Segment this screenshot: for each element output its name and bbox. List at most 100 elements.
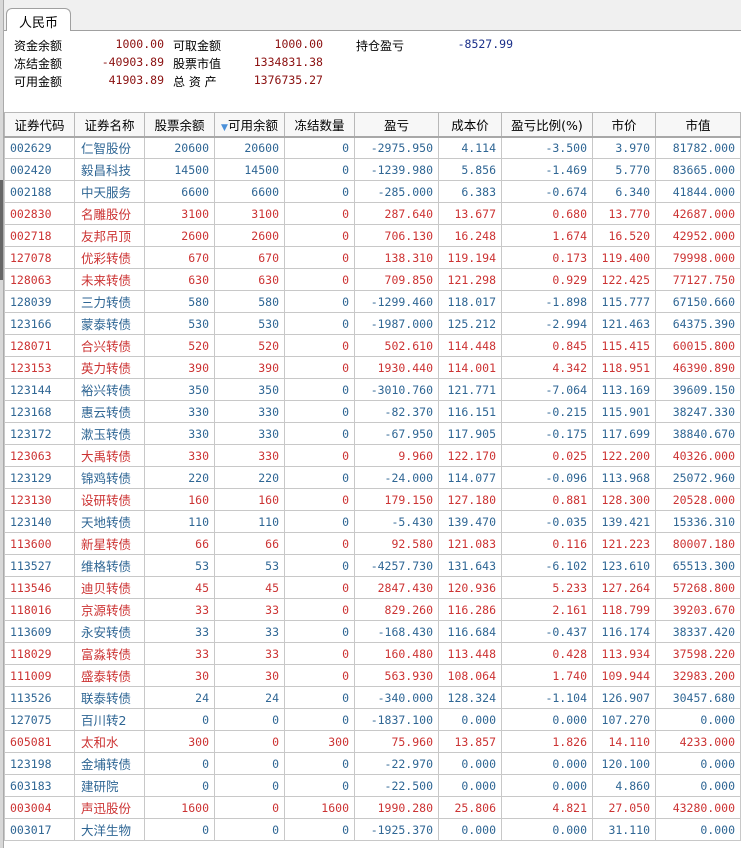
table-row[interactable]: 002718 友邦吊顶 2600 2600 0 706.130 16.248 1.674 16.… bbox=[4, 224, 741, 247]
cell-pnl: -22.970 bbox=[354, 752, 439, 775]
cell-available-balance: 6600 bbox=[214, 180, 285, 203]
cell-cost-price: 117.905 bbox=[438, 422, 502, 445]
total-assets-label: 总 资 产 bbox=[173, 75, 217, 89]
cell-code: 003017 bbox=[4, 818, 75, 841]
column-header-cost-price[interactable]: 成本价 bbox=[438, 112, 502, 138]
table-row[interactable]: 003017 大洋生物 0 0 0 -1925.370 0.000 0.000 31.110 0.… bbox=[4, 818, 741, 841]
cell-code: 118016 bbox=[4, 598, 75, 621]
column-header-pnl[interactable]: 盈亏 bbox=[354, 112, 439, 138]
table-row[interactable]: 003004 声迅股份 1600 0 1600 1990.280 25.806 4.821 27… bbox=[4, 796, 741, 819]
table-row[interactable]: 118029 富淼转债 33 33 0 160.480 113.448 0.428 113.93… bbox=[4, 642, 741, 665]
column-header-name[interactable]: 证券名称 bbox=[74, 112, 145, 138]
cell-pnl-ratio: -0.674 bbox=[501, 180, 593, 203]
table-row[interactable]: 123129 锦鸡转债 220 220 0 -24.000 114.077 -0.096 113… bbox=[4, 466, 741, 489]
cell-frozen-qty: 0 bbox=[284, 312, 355, 335]
column-header-pnl-ratio[interactable]: 盈亏比例(%) bbox=[501, 112, 593, 138]
table-row[interactable]: 603183 建研院 0 0 0 -22.500 0.000 0.000 4.860 0.000 bbox=[4, 774, 741, 797]
table-row[interactable]: 123140 天地转债 110 110 0 -5.430 139.470 -0.035 139.… bbox=[4, 510, 741, 533]
column-header-frozen-qty[interactable]: 冻结数量 bbox=[284, 112, 355, 138]
stock-value-value: 1334831.38 bbox=[253, 55, 323, 69]
table-row[interactable]: 113527 维格转债 53 53 0 -4257.730 131.643 -6.102 123… bbox=[4, 554, 741, 577]
table-row[interactable]: 123144 裕兴转债 350 350 0 -3010.760 121.771 -7.064 1… bbox=[4, 378, 741, 401]
cell-name: 设研转债 bbox=[74, 488, 145, 511]
cell-code: 123140 bbox=[4, 510, 75, 533]
cell-code: 603183 bbox=[4, 774, 75, 797]
cell-name: 友邦吊顶 bbox=[74, 224, 145, 247]
cell-cost-price: 116.286 bbox=[438, 598, 502, 621]
table-row[interactable]: 002830 名雕股份 3100 3100 0 287.640 13.677 0.680 13.… bbox=[4, 202, 741, 225]
cell-frozen-qty: 0 bbox=[284, 466, 355, 489]
table-row[interactable]: 123153 英力转债 390 390 0 1930.440 114.001 4.342 118… bbox=[4, 356, 741, 379]
cell-market-price: 109.944 bbox=[592, 664, 656, 687]
table-row[interactable]: 111009 盛泰转债 30 30 0 563.930 108.064 1.740 109.94… bbox=[4, 664, 741, 687]
table-row[interactable]: 123168 惠云转债 330 330 0 -82.370 116.151 -0.215 115… bbox=[4, 400, 741, 423]
cell-frozen-qty: 0 bbox=[284, 180, 355, 203]
cell-market-value: 40326.000 bbox=[655, 444, 741, 467]
cell-market-price: 113.968 bbox=[592, 466, 656, 489]
cell-name: 蒙泰转债 bbox=[74, 312, 145, 335]
table-row[interactable]: 127078 优彩转债 670 670 0 138.310 119.194 0.173 119.… bbox=[4, 246, 741, 269]
table-row[interactable]: 123063 大禹转债 330 330 0 9.960 122.170 0.025 122.20… bbox=[4, 444, 741, 467]
cell-market-price: 126.907 bbox=[592, 686, 656, 709]
column-header-label: 盈亏 bbox=[383, 117, 409, 133]
table-row[interactable]: 128063 未来转债 630 630 0 709.850 121.298 0.929 122.… bbox=[4, 268, 741, 291]
cell-market-value: 30457.680 bbox=[655, 686, 741, 709]
cell-pnl-ratio: 0.000 bbox=[501, 708, 593, 731]
table-row[interactable]: 002188 中天服务 6600 6600 0 -285.000 6.383 -0.674 6.… bbox=[4, 180, 741, 203]
table-row[interactable]: 113526 联泰转债 24 24 0 -340.000 128.324 -1.104 126.… bbox=[4, 686, 741, 709]
table-row[interactable]: 123130 设研转债 160 160 0 179.150 127.180 0.881 128.… bbox=[4, 488, 741, 511]
cell-market-price: 139.421 bbox=[592, 510, 656, 533]
table-row[interactable]: 127075 百川转2 0 0 0 -1837.100 0.000 0.000 107.270 0… bbox=[4, 708, 741, 731]
cell-pnl-ratio: -2.994 bbox=[501, 312, 593, 335]
sort-desc-icon: ▼ bbox=[221, 122, 228, 133]
splitter-grip[interactable] bbox=[0, 180, 3, 280]
cell-name: 三力转债 bbox=[74, 290, 145, 313]
cell-pnl: 563.930 bbox=[354, 664, 439, 687]
position-pnl-label: 持仓盈亏 bbox=[356, 39, 405, 53]
cell-pnl-ratio: 0.000 bbox=[501, 818, 593, 841]
table-row[interactable]: 002420 毅昌科技 14500 14500 0 -1239.980 5.856 -1.46… bbox=[4, 158, 741, 181]
column-header-available-balance[interactable]: ▼可用余额 bbox=[214, 112, 285, 138]
cell-frozen-qty: 0 bbox=[284, 532, 355, 555]
fund-balance-value: 1000.00 bbox=[115, 37, 164, 51]
cell-market-price: 116.174 bbox=[592, 620, 656, 643]
cell-code: 128063 bbox=[4, 268, 75, 291]
tab-rmb[interactable]: 人民币 bbox=[6, 8, 72, 31]
cell-frozen-qty: 0 bbox=[284, 620, 355, 643]
cell-available-balance: 24 bbox=[214, 686, 285, 709]
withdrawable-label: 可取金额 bbox=[173, 39, 222, 53]
cell-pnl: -1299.460 bbox=[354, 290, 439, 313]
table-row[interactable]: 113546 迪贝转债 45 45 0 2847.430 120.936 5.233 127.2… bbox=[4, 576, 741, 599]
table-row[interactable]: 123198 金埔转债 0 0 0 -22.970 0.000 0.000 120.100 0.0… bbox=[4, 752, 741, 775]
column-header-market-value[interactable]: 市值 bbox=[655, 112, 741, 138]
cell-available-balance: 0 bbox=[214, 730, 285, 753]
cell-available-balance: 670 bbox=[214, 246, 285, 269]
column-header-label: 证券代码 bbox=[14, 117, 65, 133]
cell-pnl: 2847.430 bbox=[354, 576, 439, 599]
table-row[interactable]: 123166 蒙泰转债 530 530 0 -1987.000 125.212 -2.994 1… bbox=[4, 312, 741, 335]
cell-name: 建研院 bbox=[74, 774, 145, 797]
column-header-stock-balance[interactable]: 股票余额 bbox=[144, 112, 215, 138]
cell-market-price: 115.901 bbox=[592, 400, 656, 423]
cell-available-balance: 0 bbox=[214, 796, 285, 819]
table-row[interactable]: 118016 京源转债 33 33 0 829.260 116.286 2.161 118.79… bbox=[4, 598, 741, 621]
cell-market-value: 80007.180 bbox=[655, 532, 741, 555]
cell-name: 金埔转债 bbox=[74, 752, 145, 775]
table-row[interactable]: 128039 三力转债 580 580 0 -1299.460 118.017 -1.898 1… bbox=[4, 290, 741, 313]
table-row[interactable]: 128071 合兴转债 520 520 0 502.610 114.448 0.845 115.… bbox=[4, 334, 741, 357]
cell-name: 中天服务 bbox=[74, 180, 145, 203]
column-header-code[interactable]: 证券代码 bbox=[4, 112, 75, 138]
table-row[interactable]: 113609 永安转债 33 33 0 -168.430 116.684 -0.437 116.… bbox=[4, 620, 741, 643]
cell-pnl: 160.480 bbox=[354, 642, 439, 665]
cell-stock-balance: 580 bbox=[144, 290, 215, 313]
column-header-market-price[interactable]: 市价 bbox=[592, 112, 656, 138]
table-row[interactable]: 113600 新星转债 66 66 0 92.580 121.083 0.116 121.223… bbox=[4, 532, 741, 555]
cell-available-balance: 33 bbox=[214, 598, 285, 621]
cell-market-price: 115.415 bbox=[592, 334, 656, 357]
table-row[interactable]: 002629 仁智股份 20600 20600 0 -2975.950 4.114 -3.50… bbox=[4, 136, 741, 159]
cell-name: 毅昌科技 bbox=[74, 158, 145, 181]
table-row[interactable]: 605081 太和水 300 0 300 75.960 13.857 1.826 14.110 4… bbox=[4, 730, 741, 753]
cell-name: 维格转债 bbox=[74, 554, 145, 577]
cell-pnl-ratio: -1.104 bbox=[501, 686, 593, 709]
table-row[interactable]: 123172 漱玉转债 330 330 0 -67.950 117.905 -0.175 117… bbox=[4, 422, 741, 445]
